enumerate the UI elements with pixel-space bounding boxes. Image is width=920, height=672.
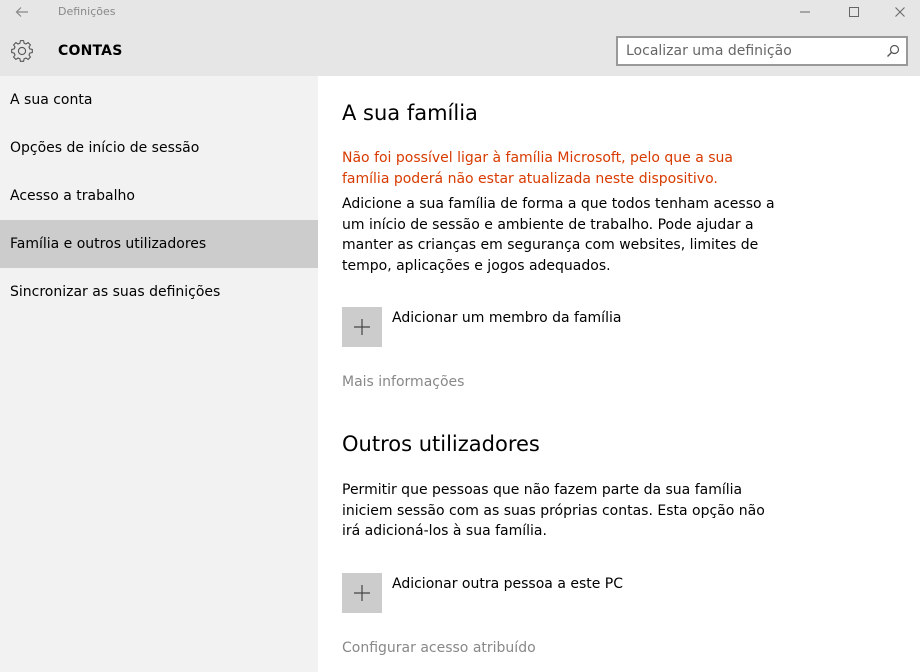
page-title: CONTAS [58,43,123,59]
search-box[interactable] [616,36,908,66]
back-arrow-icon[interactable] [14,4,30,20]
add-other-person-button[interactable]: Adicionar outra pessoa a este PC [342,573,662,613]
assigned-access-link[interactable]: Configurar acesso atribuído [342,640,536,656]
family-description: Adicione a sua família de forma a que to… [342,196,775,274]
add-family-member-label: Adicionar um membro da família [392,310,622,326]
page-header: CONTAS [0,24,920,76]
search-icon[interactable] [885,43,901,59]
title-bar: Definições [0,0,920,24]
add-tile [342,573,382,613]
minimize-icon[interactable] [796,3,814,21]
plus-icon [354,319,370,335]
maximize-icon[interactable] [845,3,863,21]
more-info-link[interactable]: Mais informações [342,374,464,390]
family-section-title: A sua família [342,101,478,125]
sidebar-item-family-other-users[interactable]: Família e outros utilizadores [0,220,318,268]
family-error-message: Não foi possível ligar à família Microso… [342,150,734,187]
sidebar-item-sign-in-options[interactable]: Opções de início de sessão [0,124,318,172]
sidebar-item-sync-settings[interactable]: Sincronizar as suas definições [0,268,318,316]
sidebar-item-work-access[interactable]: Acesso a trabalho [0,172,318,220]
add-other-person-label: Adicionar outra pessoa a este PC [392,576,624,592]
close-icon[interactable] [891,3,909,21]
sidebar-item-your-account[interactable]: A sua conta [0,76,318,124]
other-users-section-title: Outros utilizadores [342,432,540,456]
plus-icon [354,585,370,601]
add-tile [342,307,382,347]
sidebar: A sua conta Opções de início de sessão A… [0,76,318,672]
add-family-member-button[interactable]: Adicionar um membro da família [342,307,662,347]
window-title: Definições [58,5,116,18]
main-content: A sua família Não foi possível ligar à f… [318,76,920,672]
search-input[interactable] [618,38,886,64]
other-users-description: Permitir que pessoas que não fazem parte… [342,482,765,539]
gear-icon [11,39,33,62]
